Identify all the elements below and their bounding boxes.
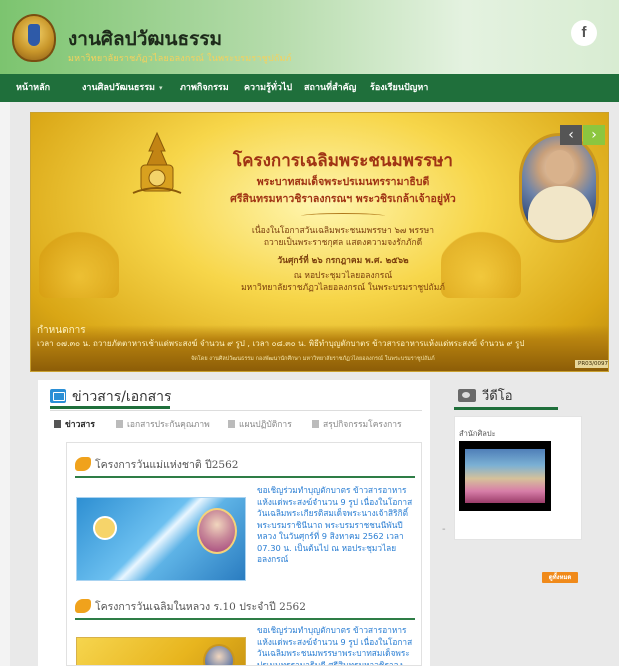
pointing-hand-icon — [75, 457, 91, 471]
news-section: ข่าวสาร/เอกสาร ข่าวสาร เอกสารประกันคุณภา… — [38, 380, 430, 666]
document-icon — [228, 420, 235, 428]
schedule-label: กำหนดการ — [37, 325, 86, 336]
nav-item-important-places[interactable]: สถานที่สำคัญ — [304, 74, 356, 102]
nav-item-label: งานศิลปวัฒนธรรม — [82, 83, 155, 93]
nav-item-complaints[interactable]: ร้องเรียนปัญหา — [370, 74, 428, 102]
list-icon — [312, 420, 319, 428]
schedule-text: เวลา ๐๗.๓๐ น. ถวายภัตตาหารเช้าแด่พระสงฆ์… — [37, 339, 525, 348]
document-icon — [54, 420, 61, 428]
nav-item-arts-culture[interactable]: งานศิลปวัฒนธรรม ▾ — [82, 74, 163, 102]
university-logo-icon[interactable] — [12, 14, 56, 62]
tab-quality-assurance[interactable]: เอกสารประกันคุณภาพ — [116, 414, 210, 436]
tab-activity-summary[interactable]: สรุปกิจกรรมโครงการ — [312, 414, 402, 436]
banner-dedication: ถวายเป็นพระราชกุศล แสดงความจงรักภักดี — [263, 238, 423, 248]
portrait-uniform — [528, 186, 592, 240]
banner-title: โครงการเฉลิมพระชนมพรรษา — [233, 151, 453, 171]
news-heading-title: ข่าวสาร/เอกสาร — [72, 389, 172, 405]
video-thumbnail — [465, 449, 545, 503]
tab-label: สรุปกิจกรรมโครงการ — [323, 420, 402, 430]
article-thumbnail[interactable] — [76, 497, 246, 581]
video-label: สำนักศิลปะ — [459, 429, 496, 438]
site-title[interactable]: งานศิลปวัฒนธรรม — [68, 24, 222, 54]
portrait-face — [546, 150, 574, 184]
page: งานศิลปวัฒนธรรม มหาวิทยาลัยราชภัฏวไลยอลง… — [0, 0, 619, 666]
view-all-button[interactable]: ดูทั้งหมด — [542, 572, 578, 583]
news-tab-panel: โครงการวันแม่แห่งชาติ ปี2562 ขอเชิญร่วมท… — [66, 442, 422, 666]
hero-banner-slide[interactable]: โครงการเฉลิมพระชนมพรรษา พระบาทสมเด็จพระป… — [30, 112, 609, 372]
banner-line-2: ศรีสินทรมหาวชิราลงกรณฯ พระวชิรเกล้าเจ้าอ… — [230, 193, 456, 205]
article-summary-link[interactable]: ขอเชิญร่วมทำบุญตักบาตร ข้าวสารอาหารแห้งแ… — [257, 625, 417, 665]
nav-item-home[interactable]: หน้าหลัก — [16, 74, 50, 102]
main-navigation: หน้าหลัก งานศิลปวัฒนธรรม ▾ ภาพกิจกรรม ควา… — [0, 74, 619, 102]
video-heading-underline — [454, 407, 558, 410]
tab-label: ข่าวสาร — [65, 420, 95, 430]
news-tabs: ข่าวสาร เอกสารประกันคุณภาพ แผนปฏิบัติการ… — [50, 414, 422, 436]
video-card: สำนักศิลปะ — [454, 416, 582, 540]
thumbnail-portrait — [203, 644, 235, 665]
banner-date: วันศุกร์ที่ ๒๖ กรกฎาคม พ.ศ. ๒๕๖๒ — [277, 256, 409, 266]
document-icon — [116, 420, 123, 428]
lotus-ornament-left — [39, 228, 119, 298]
slider-prev-button[interactable]: ‹ — [560, 125, 582, 145]
tab-label: เอกสารประกันคุณภาพ — [127, 420, 210, 430]
video-camera-icon — [458, 389, 476, 402]
facebook-icon[interactable]: f — [571, 20, 597, 46]
tab-news[interactable]: ข่าวสาร — [54, 414, 95, 436]
banner-code: PR03/0097 — [575, 360, 608, 368]
site-subtitle: มหาวิทยาลัยราชภัฏวไลยอลงกรณ์ ในพระบรมราช… — [68, 54, 292, 64]
video-section: วีดีโอ สำนักศิลปะ — [442, 380, 582, 540]
nav-item-activity-photos[interactable]: ภาพกิจกรรม — [180, 74, 229, 102]
article-title: โครงการวันเฉลิมในหลวง ร.10 ประจำปี 2562 — [95, 601, 306, 613]
news-heading-underline — [50, 406, 170, 409]
royal-portrait — [519, 133, 599, 243]
article-underline — [75, 476, 415, 478]
slider-next-button[interactable]: › — [583, 125, 605, 145]
video-player[interactable] — [459, 441, 551, 511]
schedule-organizer: จัดโดย งานศิลปวัฒนธรรม กองพัฒนานักศึกษา … — [191, 356, 435, 362]
left-gutter — [0, 102, 10, 666]
banner-university: มหาวิทยาลัยราชภัฏวไลยอลงกรณ์ ในพระบรมราช… — [241, 283, 445, 293]
mail-icon — [50, 389, 66, 403]
nav-item-general-knowledge[interactable]: ความรู้ทั่วไป — [244, 74, 292, 102]
queen-emblem-icon — [93, 516, 117, 540]
thumbnail-portrait — [197, 508, 237, 554]
banner-divider — [301, 213, 385, 219]
video-heading: วีดีโอ — [482, 389, 513, 404]
article-thumbnail[interactable] — [76, 637, 246, 665]
video-separator: - — [442, 524, 446, 535]
article-title: โครงการวันแม่แห่งชาติ ปี2562 — [95, 459, 239, 471]
banner-line-1: พระบาทสมเด็จพระปรเมนทรรามาธิบดี — [256, 176, 430, 188]
chevron-down-icon: ▾ — [158, 84, 163, 92]
site-header: งานศิลปวัฒนธรรม มหาวิทยาลัยราชภัฏวไลยอลง… — [0, 0, 619, 74]
pointing-hand-icon — [75, 599, 91, 613]
article-summary-link[interactable]: ขอเชิญร่วมทำบุญตักบาตร ข้าวสารอาหารแห้งแ… — [257, 485, 417, 566]
article-underline — [75, 618, 415, 620]
tab-label: แผนปฏิบัติการ — [239, 420, 292, 430]
news-divider — [50, 410, 422, 411]
tab-action-plan[interactable]: แผนปฏิบัติการ — [228, 414, 292, 436]
